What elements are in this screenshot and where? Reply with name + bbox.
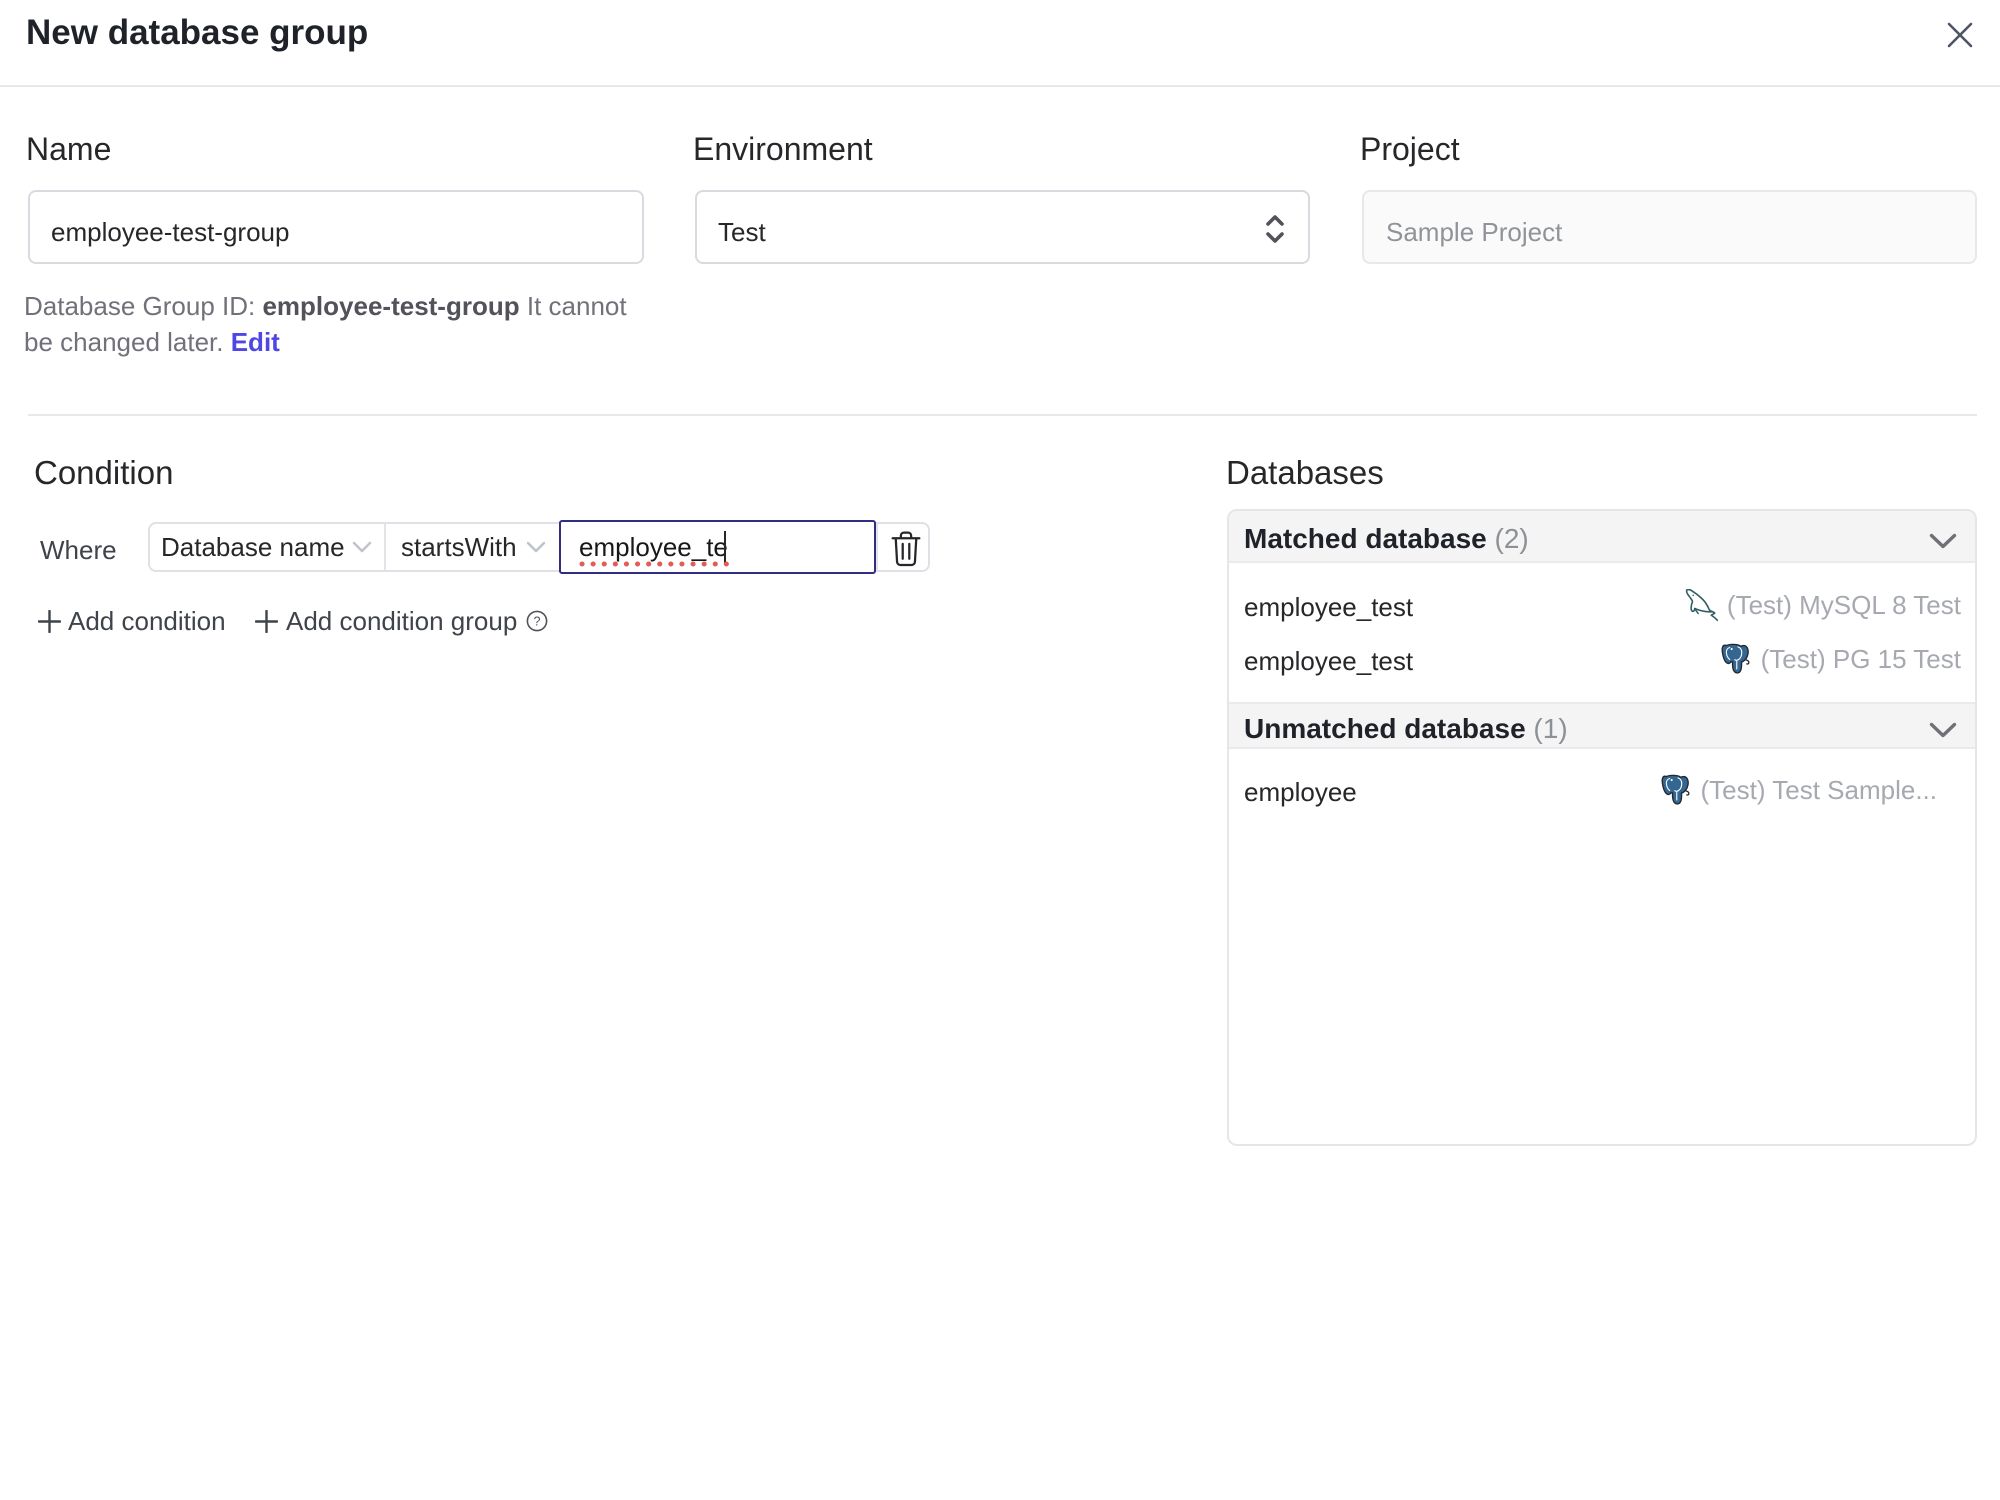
svg-text:?: ?	[534, 614, 541, 628]
